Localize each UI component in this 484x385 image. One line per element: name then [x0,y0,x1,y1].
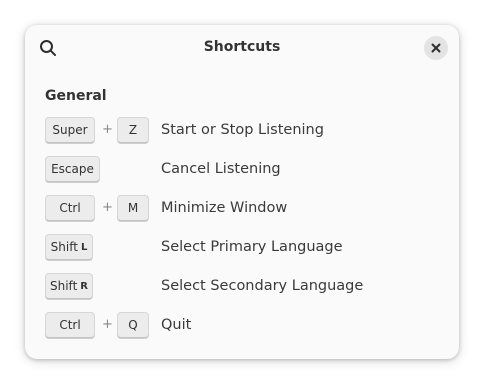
key-shift-l: Shift L [45,234,93,260]
key-z: Z [117,117,149,143]
key-m: M [117,195,149,221]
header-bar: Shortcuts [25,25,459,71]
plus-separator: + [102,317,113,332]
shortcut-row-primary-language: Shift L Select Primary Language [45,234,445,262]
key-q: Q [117,312,149,338]
shortcut-row-quit: Ctrl + Q Quit [45,312,445,340]
key-letter: L [80,241,88,253]
shortcut-row-secondary-language: Shift R Select Secondary Language [45,273,445,301]
shortcuts-window: Shortcuts General Super + Z Start or Sto… [25,25,459,359]
shortcut-label: Select Secondary Language [161,278,364,294]
section-title-general: General [45,88,107,104]
key-modifier: Shift [50,240,78,254]
shortcut-row-start-stop: Super + Z Start or Stop Listening [45,117,445,145]
key-letter: R [80,280,88,292]
key-modifier: Shift [50,279,78,293]
close-icon [431,43,441,53]
shortcut-label: Minimize Window [161,200,288,216]
key-ctrl: Ctrl [45,312,95,338]
shortcut-label: Cancel Listening [161,161,281,177]
shortcut-row-minimize: Ctrl + M Minimize Window [45,195,445,223]
close-button[interactable] [424,36,448,60]
plus-separator: + [102,200,113,215]
shortcut-label: Quit [161,317,192,333]
plus-separator: + [102,122,113,137]
key-super: Super [45,117,95,143]
shortcut-label: Select Primary Language [161,239,343,255]
key-escape: Escape [45,156,100,182]
key-ctrl: Ctrl [45,195,95,221]
shortcut-row-cancel: Escape Cancel Listening [45,156,445,184]
key-shift-r: Shift R [45,273,93,299]
shortcut-label: Start or Stop Listening [161,122,324,138]
window-title: Shortcuts [203,39,281,55]
